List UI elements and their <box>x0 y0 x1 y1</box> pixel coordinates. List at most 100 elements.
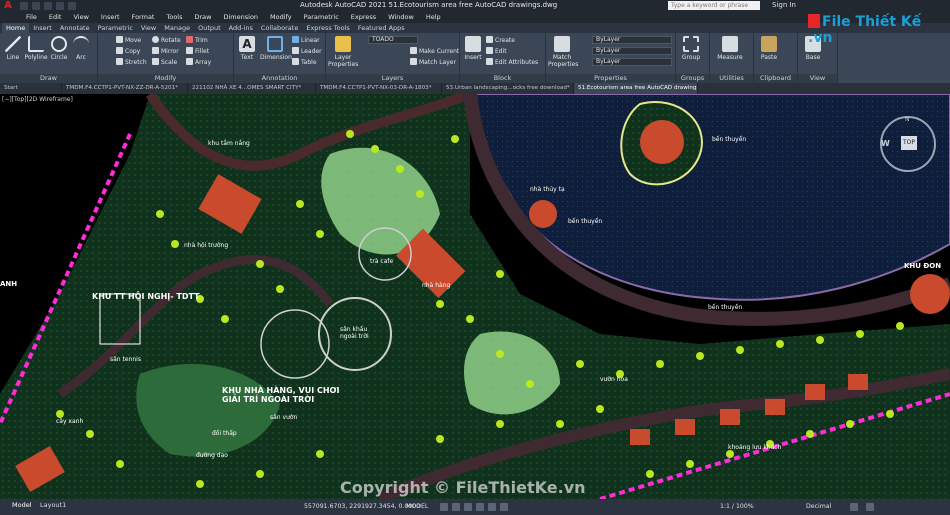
edit-attributes-tool[interactable]: Edit Attributes <box>486 58 538 67</box>
make-current-tool[interactable]: Make Current <box>410 47 459 56</box>
units-display[interactable]: Decimal <box>806 503 831 510</box>
ortho-icon[interactable] <box>464 503 472 511</box>
new-file-icon[interactable] <box>20 2 28 10</box>
menu-window[interactable]: Window <box>388 12 414 23</box>
menu-view[interactable]: View <box>73 12 88 23</box>
stretch-tool[interactable]: Stretch <box>116 58 147 67</box>
mirror-tool[interactable]: Mirror <box>152 47 179 56</box>
model-tab[interactable]: Model <box>12 501 32 509</box>
tab-manage[interactable]: Manage <box>160 23 194 33</box>
annotation-scale[interactable]: 1:1 / 100% <box>720 503 754 510</box>
measure-tool[interactable]: Measure <box>714 36 746 61</box>
rotate-tool[interactable]: Rotate <box>152 36 181 45</box>
lineweight-dropdown[interactable]: ByLayer <box>592 47 672 55</box>
group-tool[interactable]: Group <box>680 36 702 61</box>
scale-tool[interactable]: Scale <box>152 58 177 67</box>
fillet-tool[interactable]: Fillet <box>186 47 209 56</box>
doc-tab-active[interactable]: 51.Ecotourism area free AutoCAD drawings… <box>574 83 698 94</box>
autocad-logo-icon[interactable]: A <box>0 0 16 12</box>
modify-panel-label[interactable]: Modify <box>98 74 233 83</box>
linetype-dropdown[interactable]: ByLayer <box>592 58 672 66</box>
layer-properties-tool[interactable]: Layer Properties <box>328 36 358 68</box>
create-block-tool[interactable]: Create <box>486 36 515 45</box>
view-panel-label[interactable]: View <box>798 74 837 83</box>
model-space-toggle[interactable]: MODEL <box>406 503 428 510</box>
customize-icon[interactable] <box>866 503 874 511</box>
search-input[interactable]: Type a keyword or phrase <box>668 1 760 10</box>
workspace-gear-icon[interactable] <box>850 503 858 511</box>
trim-tool[interactable]: Trim <box>186 36 208 45</box>
menu-edit[interactable]: Edit <box>49 12 62 23</box>
block-panel-label[interactable]: Block <box>460 74 545 83</box>
clipboard-panel-label[interactable]: Clipboard <box>754 74 797 83</box>
copy-tool[interactable]: Copy <box>116 47 140 56</box>
tab-view[interactable]: View <box>137 23 160 33</box>
menu-parametric[interactable]: Parametric <box>304 12 339 23</box>
tab-output[interactable]: Output <box>194 23 225 33</box>
drawing-viewport[interactable]: [−][Top][2D Wireframe] N W TOP ANH KHU Đ… <box>0 94 950 499</box>
match-properties-tool[interactable]: Match Properties <box>548 36 578 68</box>
polyline-tool[interactable]: Polyline <box>24 36 48 61</box>
layers-panel-label[interactable]: Layers <box>326 74 459 83</box>
array-tool[interactable]: Array <box>186 58 211 67</box>
undo-icon[interactable] <box>56 2 64 10</box>
leader-tool[interactable]: Leader <box>292 47 322 56</box>
dimension-tool[interactable]: Dimension <box>260 36 292 61</box>
tab-add-ins[interactable]: Add-ins <box>225 23 257 33</box>
move-tool[interactable]: Move <box>116 36 141 45</box>
menu-format[interactable]: Format <box>132 12 155 23</box>
annotation-panel-label[interactable]: Annotation <box>234 74 325 83</box>
menu-dimension[interactable]: Dimension <box>223 12 258 23</box>
open-file-icon[interactable] <box>32 2 40 10</box>
polar-icon[interactable] <box>476 503 484 511</box>
osnap-icon[interactable] <box>488 503 496 511</box>
save-icon[interactable] <box>44 2 52 10</box>
lineweight-icon[interactable] <box>500 503 508 511</box>
layer-dropdown[interactable]: TOADO <box>368 36 418 44</box>
linear-tool[interactable]: Linear <box>292 36 320 45</box>
viewcube-top[interactable]: TOP <box>901 136 917 150</box>
grid-icon[interactable] <box>440 503 448 511</box>
tab-collaborate[interactable]: Collaborate <box>257 23 302 33</box>
line-tool[interactable]: Line <box>2 36 24 61</box>
tab-annotate[interactable]: Annotate <box>56 23 94 33</box>
groups-panel-label[interactable]: Groups <box>676 74 709 83</box>
viewport-controls-label[interactable]: [−][Top][2D Wireframe] <box>2 96 73 103</box>
doc-tab-4[interactable]: 53.Urban landscaping...ocks free downloa… <box>442 83 574 94</box>
utilities-panel-label[interactable]: Utilities <box>710 74 753 83</box>
tab-featured-apps[interactable]: Featured Apps <box>354 23 409 33</box>
viewcube-north[interactable]: N <box>905 116 910 123</box>
paste-tool[interactable]: Paste <box>758 36 780 61</box>
circle-tool[interactable]: Circle <box>48 36 70 61</box>
tab-parametric[interactable]: Parametric <box>94 23 137 33</box>
menu-file[interactable]: File <box>26 12 37 23</box>
color-dropdown[interactable]: ByLayer <box>592 36 672 44</box>
menu-help[interactable]: Help <box>426 12 441 23</box>
menu-modify[interactable]: Modify <box>270 12 292 23</box>
sign-in-button[interactable]: Sign In <box>772 1 796 9</box>
menu-insert[interactable]: Insert <box>101 12 120 23</box>
viewcube[interactable]: N W TOP <box>880 116 936 172</box>
edit-block-tool[interactable]: Edit <box>486 47 507 56</box>
layout1-tab[interactable]: Layout1 <box>40 501 66 509</box>
doc-tab-start[interactable]: Start <box>0 83 62 94</box>
viewcube-west[interactable]: W <box>881 139 890 148</box>
doc-tab-3[interactable]: TMDM.F4.CCTP1-PVT-NX-03-DR-A-1803* <box>316 83 442 94</box>
properties-panel-label[interactable]: Properties <box>546 74 675 83</box>
redo-icon[interactable] <box>68 2 76 10</box>
doc-tab-2[interactable]: 221102 NHÀ XE 4...OMES SMART CITY* <box>188 83 316 94</box>
menu-express[interactable]: Express <box>351 12 376 23</box>
menu-tools[interactable]: Tools <box>166 12 182 23</box>
arc-tool[interactable]: Arc <box>70 36 92 61</box>
snap-icon[interactable] <box>452 503 460 511</box>
tab-express-tools[interactable]: Express Tools <box>302 23 353 33</box>
draw-panel-label[interactable]: Draw <box>0 74 97 83</box>
tab-home[interactable]: Home <box>2 23 30 33</box>
menu-draw[interactable]: Draw <box>195 12 212 23</box>
match-layer-tool[interactable]: Match Layer <box>410 58 456 67</box>
table-tool[interactable]: Table <box>292 58 317 67</box>
tab-insert[interactable]: Insert <box>29 23 56 33</box>
insert-tool[interactable]: Insert <box>462 36 484 61</box>
text-tool[interactable]: A Text <box>236 36 258 61</box>
doc-tab-1[interactable]: TMDM.F4.CCTP1-PVT-NX-ZZ-DR-A-5201* <box>62 83 188 94</box>
